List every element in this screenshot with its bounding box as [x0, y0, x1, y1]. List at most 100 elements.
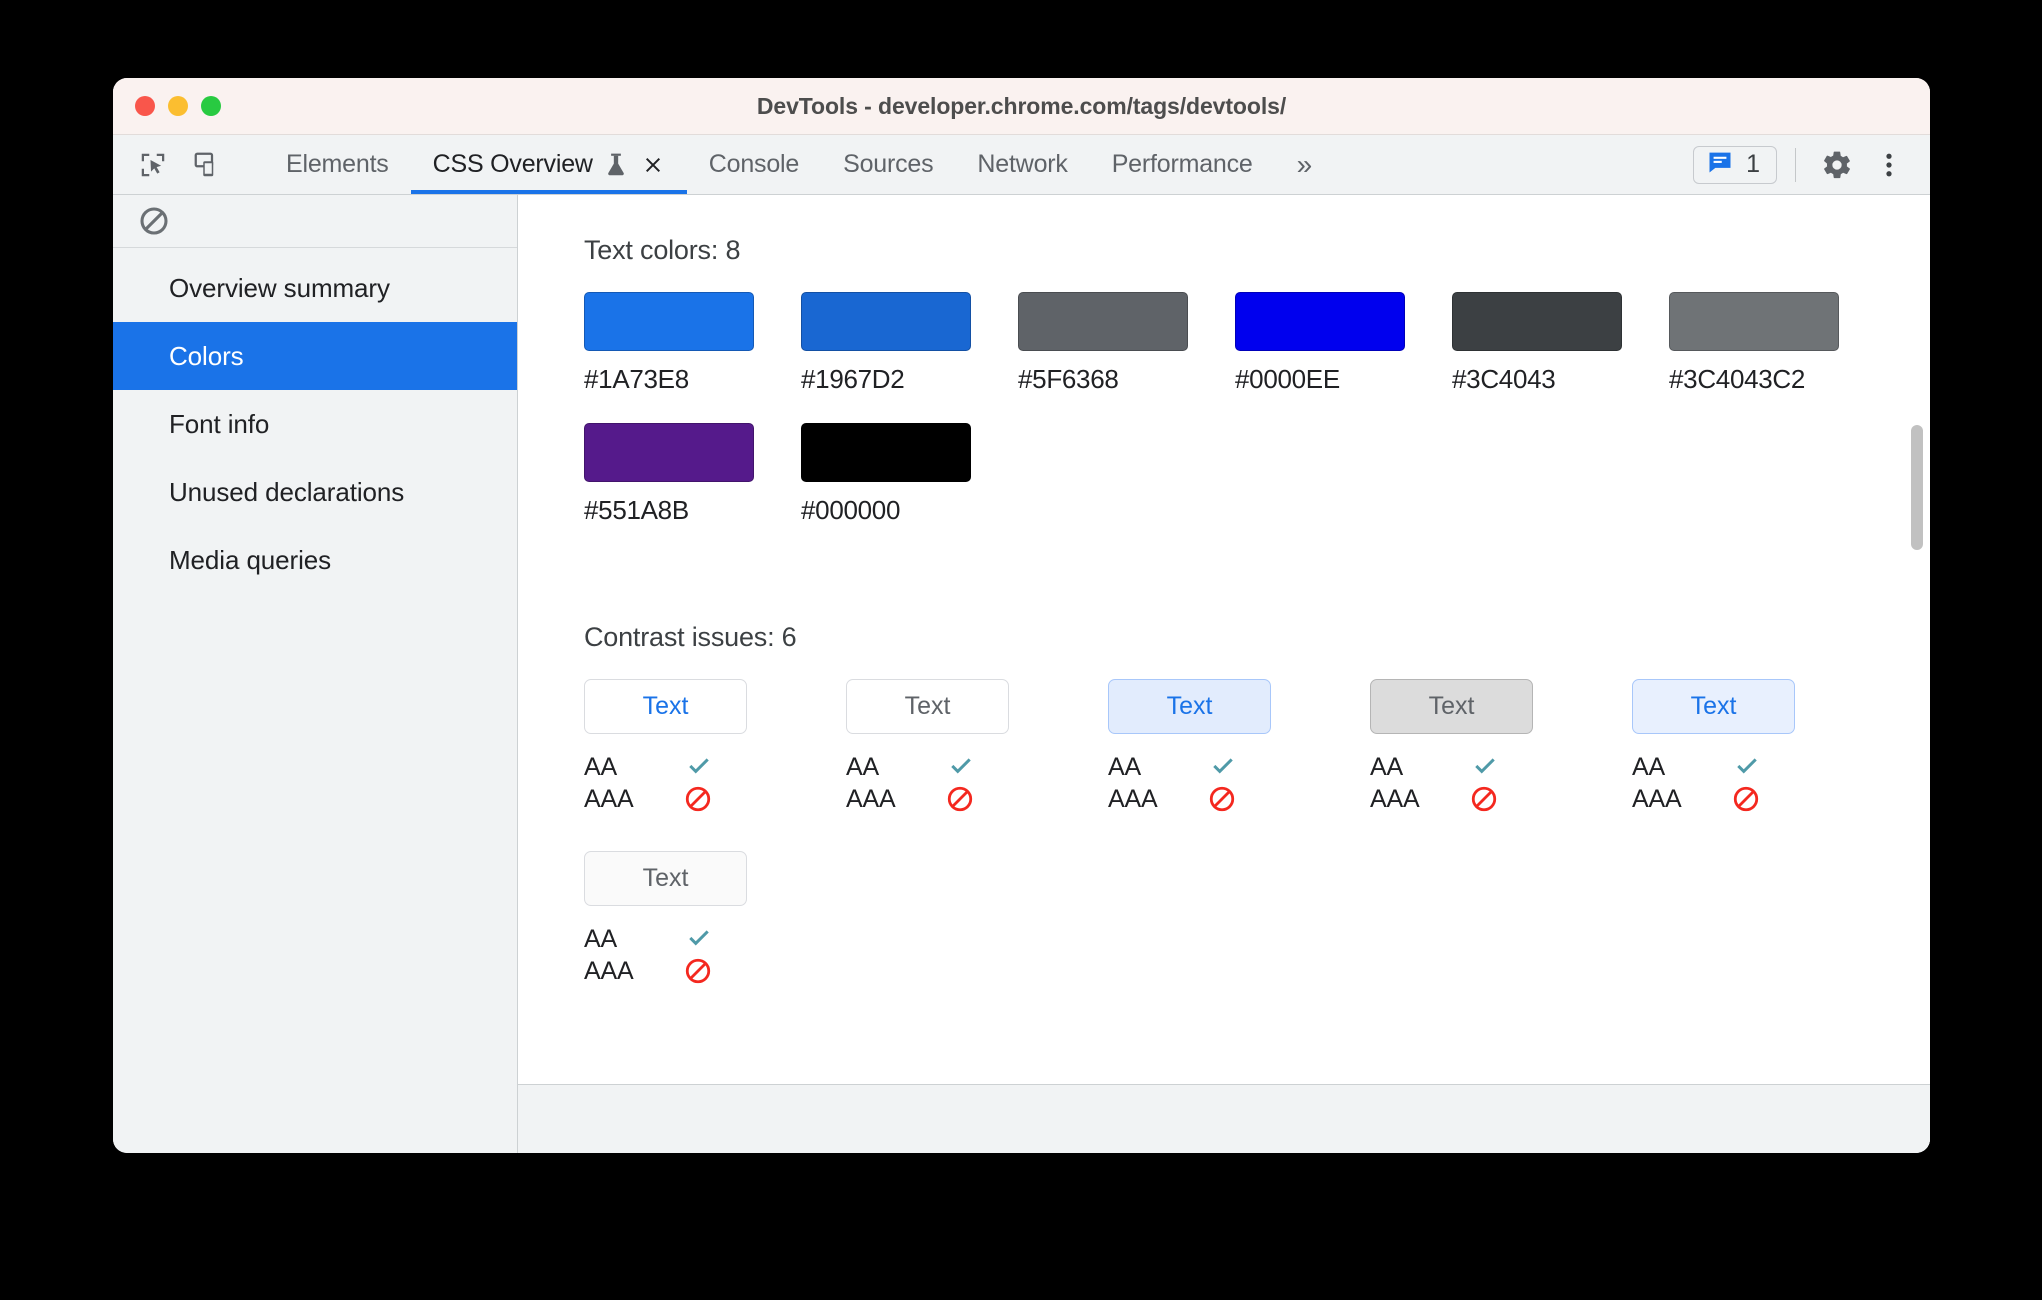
contrast-sample-chip[interactable]: Text	[584, 679, 747, 734]
contrast-sample-text: Text	[642, 864, 689, 892]
contrast-level-row-aa: AA	[584, 751, 802, 783]
contrast-level-label: AA	[1370, 752, 1403, 781]
window-titlebar: DevTools - developer.chrome.com/tags/dev…	[113, 78, 1930, 135]
issues-button[interactable]: 1	[1693, 145, 1777, 184]
gear-icon[interactable]	[1814, 142, 1860, 188]
contrast-level-label: AA	[846, 752, 879, 781]
contrast-level-rows: AA AAA	[1108, 751, 1326, 815]
minimize-window-button[interactable]	[168, 96, 188, 116]
contrast-level-rows: AA AAA	[1632, 751, 1850, 815]
maximize-window-button[interactable]	[201, 96, 221, 116]
contrast-sample-chip[interactable]: Text	[1632, 679, 1795, 734]
contrast-level-label: AA	[1108, 752, 1141, 781]
sidebar-item-media-queries[interactable]: Media queries	[113, 526, 517, 594]
content-scrollbar[interactable]	[1908, 195, 1926, 1084]
tab-console-label: Console	[708, 150, 800, 178]
sidebar-item-label: Unused declarations	[169, 476, 405, 507]
issues-message-icon	[1706, 148, 1734, 181]
color-swatch-label: #1A73E8	[584, 364, 689, 394]
sidebar-item-unused-declarations[interactable]: Unused declarations	[113, 458, 517, 526]
tab-css-overview[interactable]: CSS Overview	[410, 135, 687, 194]
checkmark-icon	[946, 752, 976, 782]
color-swatch-item[interactable]: #5F6368	[1018, 292, 1188, 395]
contrast-sample-chip[interactable]: Text	[1108, 679, 1271, 734]
color-swatch-box[interactable]	[1669, 292, 1839, 351]
flask-icon	[605, 152, 627, 178]
contrast-level-row-aa: AA	[584, 923, 802, 955]
color-swatch-box[interactable]	[1235, 292, 1405, 351]
contrast-level-label: AAA	[584, 784, 634, 813]
contrast-level-label: AA	[584, 924, 617, 953]
color-swatch-item[interactable]: #3C4043	[1452, 292, 1622, 395]
more-tabs-chevron-icon[interactable]: »	[1275, 135, 1335, 194]
tab-css-overview-label: CSS Overview	[432, 150, 593, 178]
contrast-level-label: AA	[1632, 752, 1665, 781]
color-swatch-box[interactable]	[801, 423, 971, 482]
contrast-sample-text: Text	[642, 692, 689, 720]
tabbar-left-icons	[113, 135, 264, 194]
inspect-cursor-icon[interactable]	[131, 143, 175, 187]
contrast-issue-item[interactable]: Text AA AAA	[1370, 679, 1588, 815]
contrast-level-row-aaa: AAA	[1108, 783, 1326, 815]
contrast-issue-item[interactable]: Text AA AAA	[1108, 679, 1326, 815]
color-swatch-item[interactable]: #000000	[801, 423, 971, 526]
contrast-sample-chip[interactable]: Text	[1370, 679, 1533, 734]
tab-network[interactable]: Network	[955, 135, 1089, 194]
css-overview-content: Text colors: 8 #1A73E8 #1967D2 #5F6368 #000…	[518, 195, 1930, 1153]
color-swatch-box[interactable]	[801, 292, 971, 351]
tab-list: Elements CSS Overview Console Sources Ne…	[264, 135, 1334, 194]
contrast-issue-item[interactable]: Text AA AAA	[584, 851, 802, 987]
checkmark-icon	[1470, 752, 1500, 782]
color-swatch-box[interactable]	[584, 423, 754, 482]
tab-performance[interactable]: Performance	[1090, 135, 1275, 194]
contrast-sample-chip[interactable]: Text	[846, 679, 1009, 734]
close-window-button[interactable]	[135, 96, 155, 116]
checkmark-icon	[684, 924, 714, 954]
color-swatch-box[interactable]	[1452, 292, 1622, 351]
contrast-issue-item[interactable]: Text AA AAA	[846, 679, 1064, 815]
checkmark-icon	[1208, 752, 1238, 782]
color-swatch-label: #0000EE	[1235, 364, 1340, 394]
contrast-level-label: AAA	[1108, 784, 1158, 813]
tab-console[interactable]: Console	[687, 135, 821, 194]
color-swatch-label: #000000	[801, 495, 901, 525]
tab-sources-label: Sources	[843, 150, 934, 178]
color-swatch-item[interactable]: #551A8B	[584, 423, 754, 526]
sidebar-item-colors[interactable]: Colors	[113, 322, 517, 390]
clear-block-icon[interactable]	[133, 200, 175, 242]
sidebar-item-font-info[interactable]: Font info	[113, 390, 517, 458]
color-swatch-label: #1967D2	[801, 364, 905, 394]
device-toolbar-icon[interactable]	[185, 143, 229, 187]
tab-network-label: Network	[977, 150, 1068, 178]
close-icon[interactable]	[641, 153, 665, 177]
contrast-level-row-aaa: AAA	[1632, 783, 1850, 815]
contrast-sample-chip[interactable]: Text	[584, 851, 747, 906]
tab-sources[interactable]: Sources	[821, 135, 955, 194]
tab-elements[interactable]: Elements	[264, 135, 411, 194]
vertical-dots-icon[interactable]	[1866, 142, 1912, 188]
contrast-issue-item[interactable]: Text AA AAA	[584, 679, 802, 815]
color-swatch-item[interactable]: #1A73E8	[584, 292, 754, 395]
blocked-icon	[1470, 785, 1498, 813]
contrast-issue-item[interactable]: Text AA AAA	[1632, 679, 1850, 815]
window-title: DevTools - developer.chrome.com/tags/dev…	[756, 92, 1287, 119]
tabbar-right-divider	[1795, 147, 1796, 182]
color-swatch-item[interactable]: #0000EE	[1235, 292, 1405, 395]
contrast-level-row-aaa: AAA	[846, 783, 1064, 815]
content-scroll-area[interactable]: Text colors: 8 #1A73E8 #1967D2 #5F6368 #000…	[518, 195, 1930, 1084]
color-swatch-box[interactable]	[1018, 292, 1188, 351]
scrollbar-thumb[interactable]	[1911, 425, 1923, 550]
color-swatch-item[interactable]: #3C4043C2	[1669, 292, 1839, 395]
contrast-sample-text: Text	[1690, 692, 1737, 720]
color-swatch-label: #551A8B	[584, 495, 689, 525]
blocked-icon	[1208, 785, 1236, 813]
sidebar-item-overview-summary[interactable]: Overview summary	[113, 254, 517, 322]
color-swatch-box[interactable]	[584, 292, 754, 351]
traffic-light-controls	[135, 96, 221, 116]
color-swatch-item[interactable]: #1967D2	[801, 292, 971, 395]
tab-performance-label: Performance	[1111, 150, 1253, 178]
contrast-level-label: AA	[584, 752, 617, 781]
sidebar-item-label: Font info	[169, 408, 270, 439]
contrast-level-rows: AA AAA	[1370, 751, 1588, 815]
contrast-level-rows: AA AAA	[584, 751, 802, 815]
